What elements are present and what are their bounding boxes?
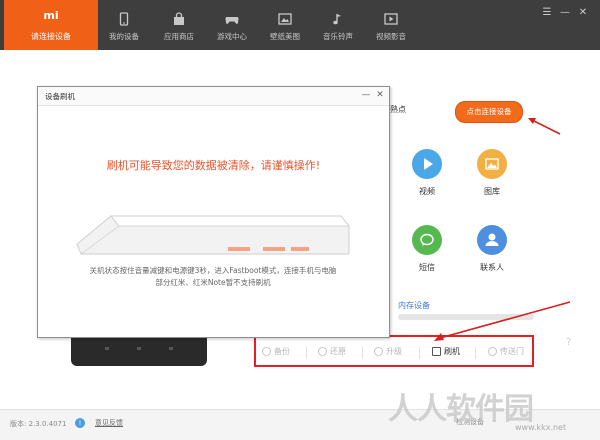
upgrade-button[interactable]: 升级 bbox=[374, 346, 402, 358]
tool-label: 传送门 bbox=[500, 347, 524, 356]
contact-icon bbox=[477, 225, 507, 255]
divider bbox=[362, 347, 363, 359]
nav-item-app-store[interactable]: 应用商店 bbox=[153, 0, 205, 50]
phone-side-illustration bbox=[76, 215, 351, 255]
warning-text: 刷机可能导致您的数据被清除，请谨慎操作! bbox=[106, 159, 321, 172]
flash-button[interactable]: 刷机 bbox=[432, 346, 460, 358]
flash-dialog: 设备刷机 — ✕ 刷机可能导致您的数据被清除，请谨慎操作! 关机状态按住音量减键… bbox=[37, 86, 390, 338]
connect-device-button[interactable]: 点击连接设备 bbox=[455, 101, 523, 123]
message-icon bbox=[412, 225, 442, 255]
menu-icon[interactable]: ☰ bbox=[540, 6, 554, 20]
tool-label: 刷机 bbox=[444, 347, 460, 356]
version-text: 版本: 2.3.0.4071 bbox=[10, 420, 67, 428]
app-gallery[interactable]: 图库 bbox=[467, 149, 517, 197]
flash-instructions: 关机状态按住音量减键和电源键3秒，进入Fastboot模式，连接手机与电脑 部分… bbox=[78, 265, 348, 289]
nav-item-label: 我的设备 bbox=[109, 32, 139, 41]
top-nav-bar: mi 请连接设备 我的设备 应用商店 游戏中心 壁纸美图 音乐铃声 视频影音 ☰… bbox=[0, 0, 600, 50]
red-arrow-icon bbox=[434, 301, 571, 341]
app-label: 联系人 bbox=[480, 263, 504, 272]
mi-logo: mi bbox=[43, 9, 59, 22]
phone-key bbox=[169, 347, 173, 350]
flash-icon bbox=[432, 347, 441, 356]
feedback-link[interactable]: 意见反馈 bbox=[95, 418, 123, 428]
bag-icon bbox=[174, 12, 184, 25]
music-icon bbox=[333, 14, 341, 25]
divider bbox=[419, 347, 420, 359]
tool-label: 还原 bbox=[330, 347, 346, 356]
picture-icon bbox=[477, 149, 507, 179]
dialog-close-button[interactable]: ✕ bbox=[374, 89, 386, 101]
app-video[interactable]: 视频 bbox=[402, 149, 452, 197]
nav-item-label: 应用商店 bbox=[164, 32, 194, 41]
nav-item-game-center[interactable]: 游戏中心 bbox=[206, 0, 258, 50]
info-icon[interactable]: i bbox=[75, 418, 85, 428]
minimize-button[interactable]: — bbox=[558, 6, 572, 20]
nav-item-my-device[interactable]: 我的设备 bbox=[98, 0, 150, 50]
backup-button[interactable]: 备份 bbox=[262, 346, 290, 358]
app-label: 短信 bbox=[419, 263, 435, 272]
restore-icon bbox=[318, 347, 327, 356]
phone-icon bbox=[119, 12, 129, 26]
nav-item-label: 视频影音 bbox=[376, 32, 406, 41]
storage-label: 内存设备 bbox=[398, 301, 430, 310]
red-arrow-icon bbox=[528, 118, 561, 135]
nav-item-video[interactable]: 视频影音 bbox=[365, 0, 417, 50]
dialog-titlebar: 设备刷机 — ✕ bbox=[38, 87, 389, 106]
divider bbox=[475, 347, 476, 359]
nav-item-label: 壁纸美图 bbox=[270, 32, 300, 41]
nav-item-label: 音乐铃声 bbox=[323, 32, 353, 41]
help-icon[interactable]: ? bbox=[566, 337, 578, 349]
image-icon bbox=[278, 13, 292, 25]
hint-line: 关机状态按住音量减键和电源键3秒，进入Fastboot模式，连接手机与电脑 bbox=[89, 266, 337, 275]
nav-connect-device[interactable]: mi 请连接设备 bbox=[4, 0, 98, 50]
backup-icon bbox=[262, 347, 271, 356]
watermark-text: 人人软件园 bbox=[388, 392, 534, 427]
app-messages[interactable]: 短信 bbox=[402, 225, 452, 273]
send-button[interactable]: 传送门 bbox=[488, 346, 524, 358]
close-button[interactable]: ✕ bbox=[576, 6, 590, 20]
phone-key bbox=[105, 347, 109, 350]
hint-line: 部分红米、红米Note暂不支持刷机 bbox=[155, 278, 271, 287]
dialog-minimize-button[interactable]: — bbox=[360, 89, 372, 101]
nav-item-label: 游戏中心 bbox=[217, 32, 247, 41]
tool-label: 备份 bbox=[274, 347, 290, 356]
nav-item-wallpapers[interactable]: 壁纸美图 bbox=[259, 0, 311, 50]
gamepad-icon bbox=[225, 17, 239, 24]
divider bbox=[306, 347, 307, 359]
dialog-title: 设备刷机 bbox=[45, 92, 75, 101]
video-icon bbox=[384, 13, 398, 25]
upgrade-icon bbox=[374, 347, 383, 356]
send-icon bbox=[488, 347, 497, 356]
app-contacts[interactable]: 联系人 bbox=[467, 225, 517, 273]
connect-hint: 熟点 bbox=[390, 105, 406, 114]
nav-item-ringtones[interactable]: 音乐铃声 bbox=[312, 0, 364, 50]
tool-label: 升级 bbox=[386, 347, 402, 356]
play-icon bbox=[412, 149, 442, 179]
app-label: 视频 bbox=[419, 187, 435, 196]
watermark-url: www.kkx.net bbox=[515, 423, 567, 432]
nav-connect-label: 请连接设备 bbox=[31, 32, 71, 41]
restore-button[interactable]: 还原 bbox=[318, 346, 346, 358]
app-label: 图库 bbox=[484, 187, 500, 196]
phone-key bbox=[137, 347, 141, 350]
